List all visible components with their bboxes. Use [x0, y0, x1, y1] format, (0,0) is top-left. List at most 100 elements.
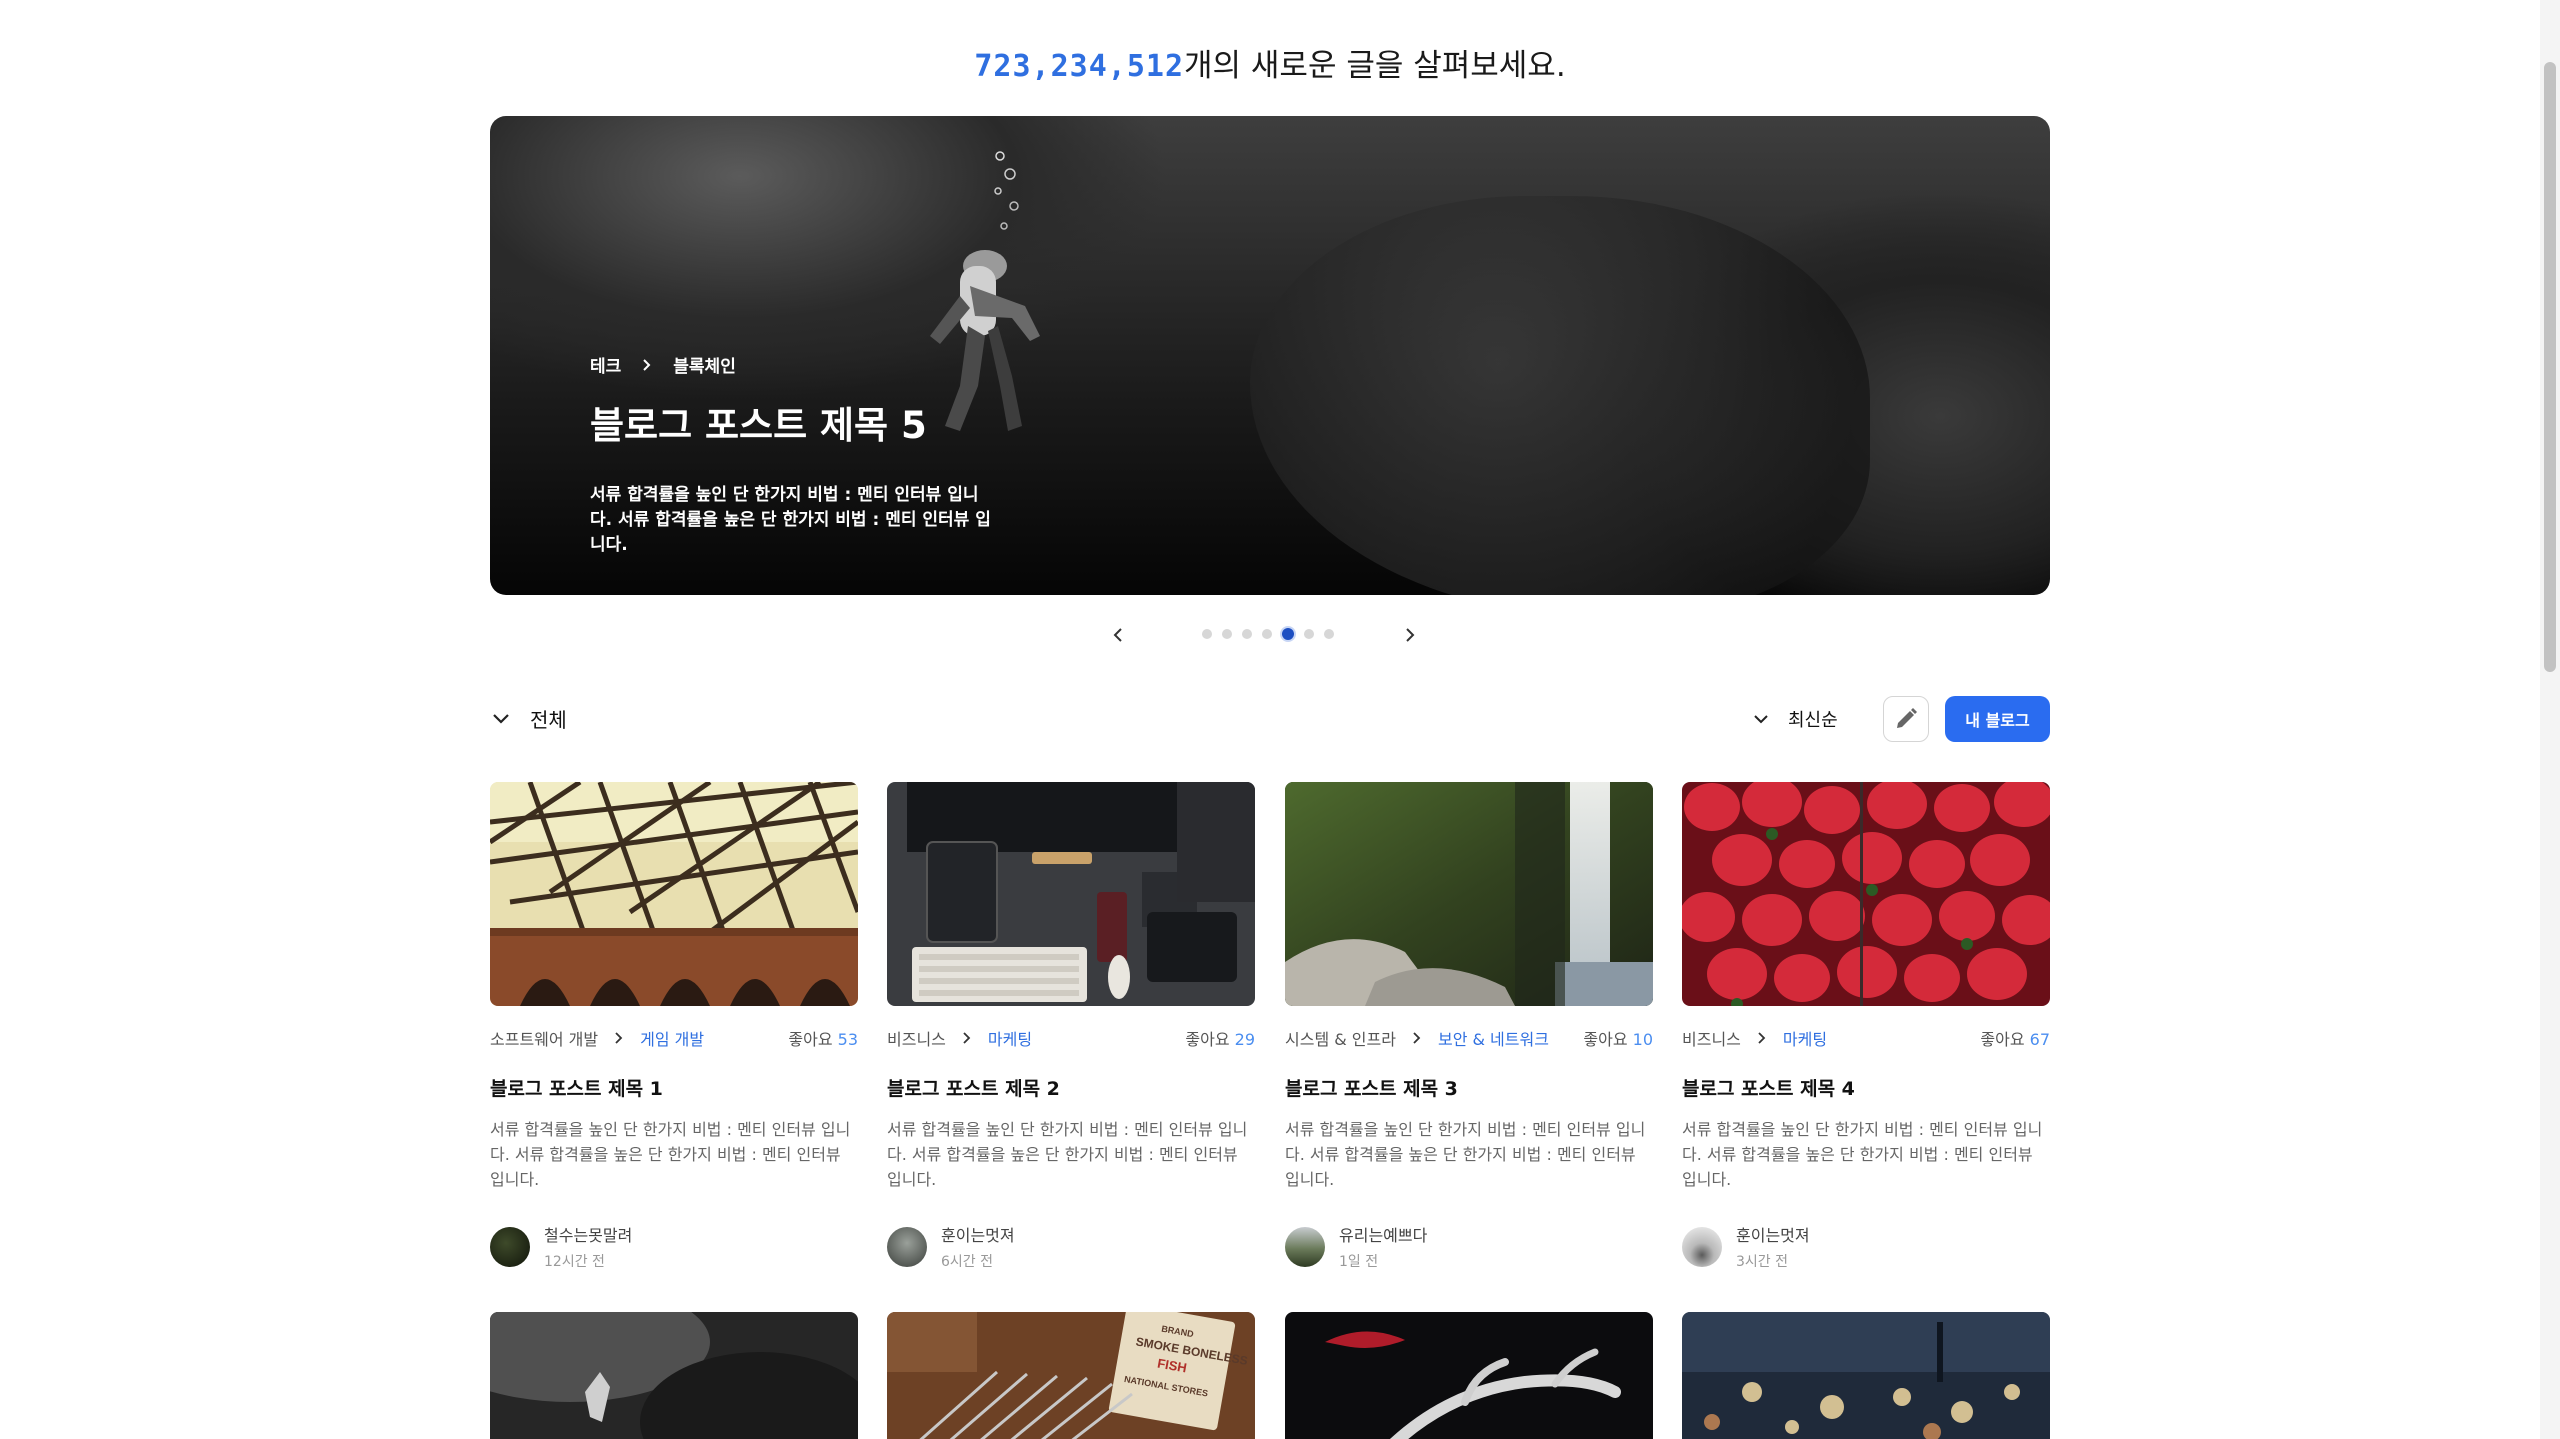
hero-category[interactable]: 테크 — [590, 352, 621, 377]
bridge-image — [490, 782, 858, 1006]
strawberry-image — [1682, 782, 2050, 1006]
avatar — [490, 1226, 530, 1267]
waterfall-image — [1285, 782, 1653, 1006]
bokeh-image — [1682, 1312, 2050, 1439]
post-card[interactable]: 비즈니스 마케팅 좋아요 29 블로그 포스트 제목 2 서류 합격률을 높인 … — [887, 782, 1255, 1271]
scrollbar-thumb[interactable] — [2544, 62, 2556, 672]
hero-banner[interactable]: 테크 블록체인 블로그 포스트 제목 5 서류 합격률을 높인 단 한가지 비법… — [490, 116, 2050, 595]
post-title[interactable]: 블로그 포스트 제목 1 — [490, 1074, 858, 1101]
hero-subcategory[interactable]: 블록체인 — [673, 352, 736, 377]
author-name: 유리는예쁘다 — [1339, 1226, 1428, 1245]
post-subcategory[interactable]: 마케팅 — [988, 1026, 1032, 1050]
my-blog-button[interactable]: 내 블로그 — [1945, 696, 2050, 742]
post-subcategory[interactable]: 마케팅 — [1783, 1026, 1827, 1050]
chevron-right-icon — [1758, 1032, 1766, 1044]
post-thumbnail[interactable] — [1682, 782, 2050, 1006]
avatar — [887, 1226, 927, 1267]
post-title[interactable]: 블로그 포스트 제목 4 — [1682, 1074, 2050, 1101]
post-meta: 비즈니스 마케팅 좋아요 67 — [1682, 1026, 2050, 1050]
post-description: 서류 합격률을 높인 단 한가지 비법 : 멘티 인터뷰 입니다. 서류 합격률… — [1285, 1120, 1646, 1189]
post-meta: 시스템 & 인프라 보안 & 네트워크 좋아요 10 — [1285, 1026, 1653, 1050]
desk-image — [887, 782, 1255, 1006]
post-card[interactable]: BRAND SMOKE BONELESS FISH NATIONAL STORE… — [887, 1312, 1255, 1439]
page-scrollbar[interactable] — [2540, 0, 2560, 1439]
post-author[interactable]: 철수는못말려 12시간 전 — [490, 1222, 858, 1271]
category-filter-label: 전체 — [530, 708, 567, 732]
post-likes: 좋아요 67 — [1980, 1030, 2050, 1049]
hero-breadcrumb: 테크 블록체인 — [590, 352, 1000, 377]
post-author[interactable]: 유리는예쁘다 1일 전 — [1285, 1222, 1653, 1271]
chevron-left-icon[interactable] — [1110, 626, 1128, 644]
author-name: 철수는못말려 — [544, 1226, 633, 1245]
post-author[interactable]: 훈이는멋져 3시간 전 — [1682, 1222, 2050, 1271]
post-description: 서류 합격률을 높인 단 한가지 비법 : 멘티 인터뷰 입니다. 서류 합격률… — [490, 1120, 851, 1189]
post-time: 3시간 전 — [1736, 1254, 1788, 1270]
sort-dropdown[interactable]: 최신순 — [1752, 706, 1838, 732]
post-description: 서류 합격률을 높인 단 한가지 비법 : 멘티 인터뷰 입니다. 서류 합격률… — [887, 1120, 1248, 1189]
carousel-dots — [1202, 628, 1334, 640]
post-category[interactable]: 시스템 & 인프라 — [1285, 1026, 1396, 1050]
post-likes: 좋아요 53 — [788, 1030, 858, 1049]
post-thumbnail[interactable] — [1682, 1312, 2050, 1439]
post-card[interactable] — [1682, 1312, 2050, 1439]
post-card[interactable]: 소프트웨어 개발 게임 개발 좋아요 53 블로그 포스트 제목 1 서류 합격… — [490, 782, 858, 1271]
post-description: 서류 합격률을 높인 단 한가지 비법 : 멘티 인터뷰 입니다. 서류 합격률… — [1682, 1120, 2043, 1189]
chevron-down-icon — [1754, 715, 1768, 724]
diver-image — [490, 1312, 858, 1439]
chevron-right-icon — [1413, 1032, 1421, 1044]
post-time: 6시간 전 — [941, 1254, 993, 1270]
hero-description: 서류 합격률을 높인 단 한가지 비법 : 멘티 인터뷰 입니다. 서류 합격률… — [590, 485, 991, 555]
post-thumbnail[interactable] — [490, 782, 858, 1006]
carousel-dot[interactable] — [1262, 629, 1272, 639]
post-thumbnail[interactable] — [1285, 782, 1653, 1006]
carousel-dot[interactable] — [1324, 629, 1334, 639]
post-meta: 비즈니스 마케팅 좋아요 29 — [887, 1026, 1255, 1050]
chevron-right-icon — [615, 1032, 623, 1044]
post-title[interactable]: 블로그 포스트 제목 2 — [887, 1074, 1255, 1101]
post-title[interactable]: 블로그 포스트 제목 3 — [1285, 1074, 1653, 1101]
post-count: 723,234,512 — [974, 49, 1185, 84]
post-subcategory[interactable]: 보안 & 네트워크 — [1438, 1026, 1549, 1050]
post-card[interactable]: 비즈니스 마케팅 좋아요 67 블로그 포스트 제목 4 서류 합격률을 높인 … — [1682, 782, 2050, 1271]
carousel-dot[interactable] — [1282, 628, 1294, 640]
chevron-right-icon[interactable] — [1400, 626, 1418, 644]
sort-label: 최신순 — [1788, 710, 1838, 731]
post-category[interactable]: 비즈니스 — [887, 1026, 946, 1050]
filter-bar: 전체 최신순 내 블로그 — [490, 696, 2050, 744]
tools-image: BRAND SMOKE BONELESS FISH NATIONAL STORE… — [887, 1312, 1255, 1439]
post-thumbnail[interactable] — [1285, 1312, 1653, 1439]
like-count: 67 — [2029, 1030, 2050, 1049]
category-filter-dropdown[interactable]: 전체 — [490, 704, 567, 733]
post-category[interactable]: 비즈니스 — [1682, 1026, 1741, 1050]
avatar — [1285, 1226, 1325, 1267]
antler-image — [1285, 1312, 1653, 1439]
write-post-button[interactable] — [1883, 696, 1929, 742]
post-likes: 좋아요 10 — [1583, 1030, 1653, 1049]
carousel-navigation — [1110, 622, 1440, 648]
carousel-dot[interactable] — [1222, 629, 1232, 639]
headline: 723,234,512개의 새로운 글을 살펴보세요. — [0, 40, 2540, 85]
hero-rock-shape — [1250, 196, 1870, 595]
post-card[interactable] — [1285, 1312, 1653, 1439]
author-name: 훈이는멋져 — [1736, 1226, 1810, 1245]
hero-title[interactable]: 블로그 포스트 제목 5 — [590, 395, 1000, 449]
post-subcategory[interactable]: 게임 개발 — [640, 1026, 704, 1050]
carousel-dot[interactable] — [1202, 629, 1212, 639]
carousel-dot[interactable] — [1242, 629, 1252, 639]
chevron-right-icon — [643, 358, 651, 371]
post-card[interactable] — [490, 1312, 858, 1439]
post-author[interactable]: 훈이는멋져 6시간 전 — [887, 1222, 1255, 1271]
chevron-down-icon — [493, 713, 509, 724]
avatar — [1682, 1226, 1722, 1267]
carousel-dot[interactable] — [1304, 629, 1314, 639]
like-count: 53 — [837, 1030, 858, 1049]
post-category[interactable]: 소프트웨어 개발 — [490, 1026, 598, 1050]
post-card[interactable]: 시스템 & 인프라 보안 & 네트워크 좋아요 10 블로그 포스트 제목 3 … — [1285, 782, 1653, 1271]
like-count: 10 — [1632, 1030, 1653, 1049]
author-name: 훈이는멋져 — [941, 1226, 1015, 1245]
pencil-icon — [1897, 708, 1917, 728]
chevron-right-icon — [963, 1032, 971, 1044]
post-thumbnail[interactable]: BRAND SMOKE BONELESS FISH NATIONAL STORE… — [887, 1312, 1255, 1439]
post-thumbnail[interactable] — [490, 1312, 858, 1439]
post-thumbnail[interactable] — [887, 782, 1255, 1006]
